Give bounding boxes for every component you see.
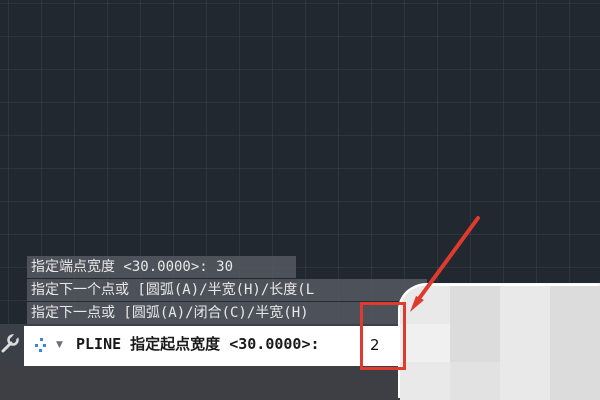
blurred-region bbox=[400, 286, 600, 400]
wrench-icon[interactable] bbox=[0, 330, 20, 356]
highlight-box bbox=[360, 302, 406, 370]
command-prompt: PLINE 指定起点宽度 <30.0000>: bbox=[76, 335, 320, 353]
history-line: 指定下一个点或 [圆弧(A)/半宽(H)/长度(L bbox=[27, 279, 427, 301]
dots-icon[interactable] bbox=[32, 336, 48, 354]
history-line: 指定端点宽度 <30.0000>: 30 bbox=[27, 256, 296, 278]
chevron-down-icon[interactable]: ▼ bbox=[56, 336, 66, 354]
